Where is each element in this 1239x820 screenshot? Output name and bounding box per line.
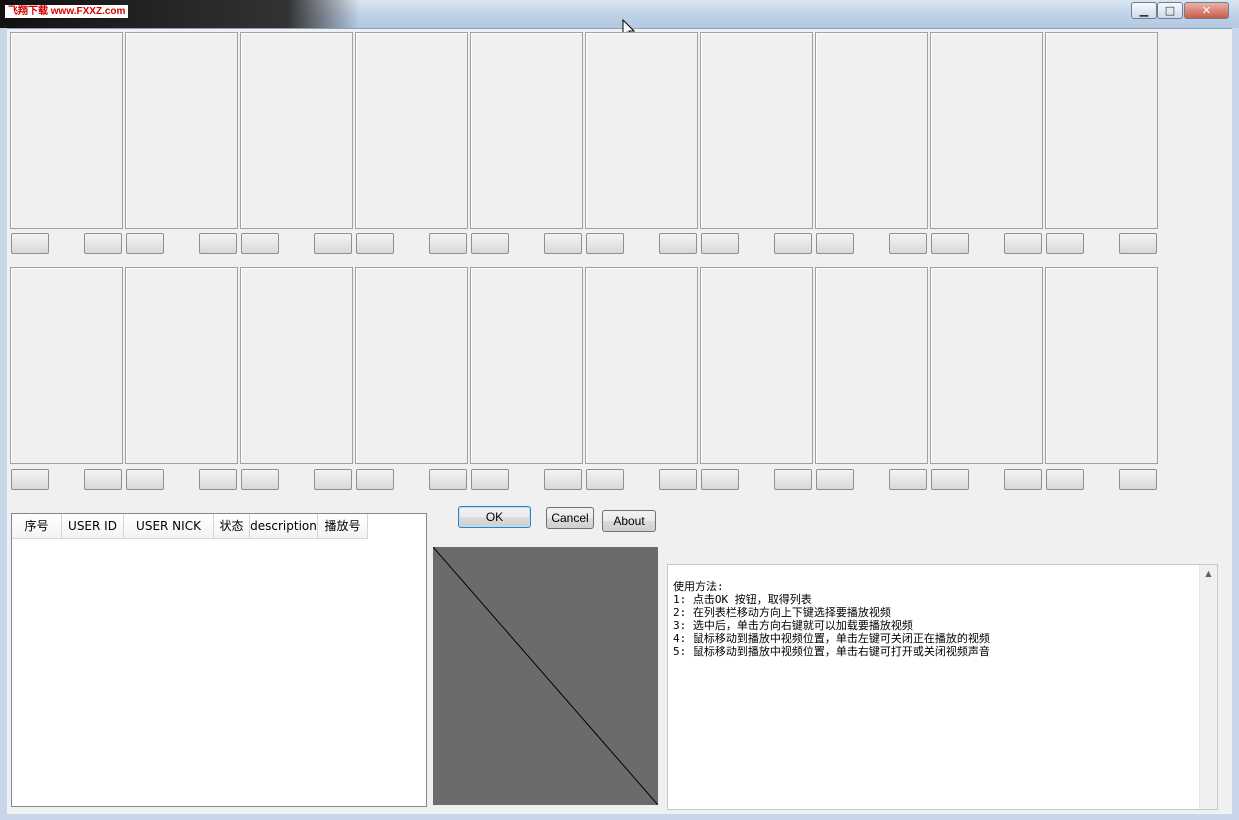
instructions-line: 3: 选中后，单击方向右键就可以加载要播放视频 (673, 619, 913, 632)
panel-left-button[interactable] (241, 469, 279, 490)
video-panel[interactable] (700, 267, 813, 464)
panel-left-button[interactable] (126, 469, 164, 490)
video-panel[interactable] (10, 32, 123, 229)
panel-right-button[interactable] (544, 469, 582, 490)
panel-left-button[interactable] (11, 469, 49, 490)
video-panel[interactable] (240, 32, 353, 229)
panel-left-button[interactable] (1046, 469, 1084, 490)
video-panel[interactable] (240, 267, 353, 464)
video-panel[interactable] (125, 267, 238, 464)
panel-right-button[interactable] (774, 469, 812, 490)
scroll-up-arrow-icon[interactable]: ▲ (1200, 565, 1217, 582)
panel-right-button[interactable] (1119, 469, 1157, 490)
panel-left-button[interactable] (471, 469, 509, 490)
column-header-status[interactable]: 状态 (214, 514, 250, 539)
video-panel[interactable] (930, 32, 1043, 229)
panel-right-button[interactable] (659, 469, 697, 490)
column-header-user-id[interactable]: USER ID (62, 514, 124, 539)
panel-right-button[interactable] (1119, 233, 1157, 254)
panel-right-button[interactable] (314, 469, 352, 490)
panel-left-button[interactable] (356, 469, 394, 490)
panel-left-button[interactable] (471, 233, 509, 254)
maximize-button[interactable]: □ (1157, 2, 1183, 19)
instructions-line: 5: 鼠标移动到播放中视频位置，单击右键可打开或关闭视频声音 (673, 645, 990, 658)
window-frame-bottom (0, 814, 1239, 820)
video-panel[interactable] (470, 32, 583, 229)
column-header-play-number[interactable]: 播放号 (318, 514, 368, 539)
column-header-index[interactable]: 序号 (12, 514, 62, 539)
panel-left-button[interactable] (11, 233, 49, 254)
video-panel[interactable] (700, 32, 813, 229)
panel-left-button[interactable] (586, 469, 624, 490)
window-frame-left (0, 28, 7, 820)
instructions-textarea[interactable]: 使用方法: 1: 点击OK 按钮，取得列表 2: 在列表栏移动方向上下键选择要播… (667, 564, 1218, 810)
panel-left-button[interactable] (701, 469, 739, 490)
video-panel[interactable] (355, 267, 468, 464)
panel-right-button[interactable] (199, 233, 237, 254)
video-panel[interactable] (585, 32, 698, 229)
panel-right-button[interactable] (314, 233, 352, 254)
video-panel[interactable] (815, 32, 928, 229)
video-placeholder-diagonal (433, 547, 658, 805)
panel-right-button[interactable] (774, 233, 812, 254)
video-panel[interactable] (10, 267, 123, 464)
panel-right-button[interactable] (659, 233, 697, 254)
panel-right-button[interactable] (1004, 233, 1042, 254)
panel-left-button[interactable] (1046, 233, 1084, 254)
minimize-button[interactable]: ▁ (1131, 2, 1157, 19)
panel-left-button[interactable] (356, 233, 394, 254)
about-button[interactable]: About (602, 510, 656, 532)
panel-right-button[interactable] (429, 233, 467, 254)
instructions-line: 1: 点击OK 按钮，取得列表 (673, 593, 812, 606)
column-header-user-nick[interactable]: USER NICK (124, 514, 214, 539)
panel-right-button[interactable] (199, 469, 237, 490)
panel-left-button[interactable] (586, 233, 624, 254)
panel-right-button[interactable] (544, 233, 582, 254)
panel-left-button[interactable] (126, 233, 164, 254)
instructions-line: 2: 在列表栏移动方向上下键选择要播放视频 (673, 606, 891, 619)
column-header-description[interactable]: description (250, 514, 318, 539)
panel-left-button[interactable] (816, 469, 854, 490)
panel-left-button[interactable] (931, 233, 969, 254)
vertical-scrollbar[interactable]: ▲ (1199, 565, 1217, 809)
user-list-view[interactable]: 序号 USER ID USER NICK 状态 description 播放号 (11, 513, 427, 807)
video-preview[interactable] (433, 547, 658, 805)
video-panel[interactable] (1045, 32, 1158, 229)
instructions-line: 使用方法: (673, 580, 724, 593)
video-panel[interactable] (585, 267, 698, 464)
panel-right-button[interactable] (889, 469, 927, 490)
title-bar[interactable]: 飞翔下载 www.FXXZ.com ▁ □ ✕ (0, 0, 1239, 29)
close-button[interactable]: ✕ (1184, 2, 1229, 19)
watermark-logo: 飞翔下载 www.FXXZ.com (5, 5, 129, 18)
video-panel[interactable] (125, 32, 238, 229)
instructions-line: 4: 鼠标移动到播放中视频位置，单击左键可关闭正在播放的视频 (673, 632, 990, 645)
window-frame-right (1232, 28, 1239, 820)
cancel-button[interactable]: Cancel (546, 507, 594, 529)
panel-right-button[interactable] (429, 469, 467, 490)
panel-left-button[interactable] (241, 233, 279, 254)
video-panel[interactable] (470, 267, 583, 464)
panel-left-button[interactable] (931, 469, 969, 490)
video-panel[interactable] (815, 267, 928, 464)
video-panel[interactable] (930, 267, 1043, 464)
panel-right-button[interactable] (84, 469, 122, 490)
list-header: 序号 USER ID USER NICK 状态 description 播放号 (12, 514, 368, 539)
panel-left-button[interactable] (701, 233, 739, 254)
panel-left-button[interactable] (816, 233, 854, 254)
ok-button[interactable]: OK (458, 506, 531, 528)
panel-right-button[interactable] (84, 233, 122, 254)
instructions-text: 使用方法: 1: 点击OK 按钮，取得列表 2: 在列表栏移动方向上下键选择要播… (673, 580, 1193, 658)
video-panel[interactable] (1045, 267, 1158, 464)
panel-right-button[interactable] (889, 233, 927, 254)
video-panel[interactable] (355, 32, 468, 229)
panel-right-button[interactable] (1004, 469, 1042, 490)
